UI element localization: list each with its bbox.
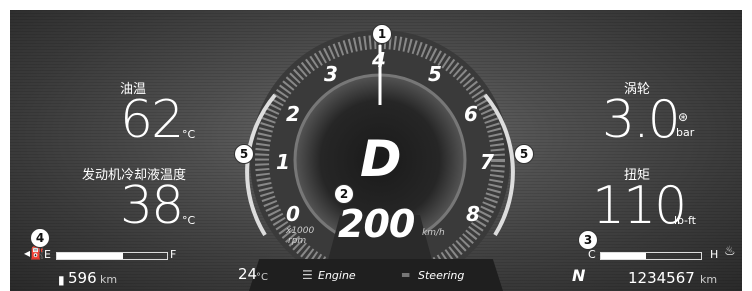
engine-mode-icon: ☰: [302, 268, 313, 282]
fuel-empty-label: E: [44, 248, 51, 261]
oil-temp-value: 62: [120, 90, 184, 150]
gear-indicator: D: [360, 130, 402, 188]
rpm-tick-4: 4: [372, 48, 386, 72]
rpm-tick-7: 7: [480, 150, 494, 174]
rpm-tick-8: 8: [466, 202, 480, 226]
rpm-tick-5: 5: [428, 62, 442, 86]
steering-mode-icon: ═: [402, 268, 410, 282]
fuel-range-unit: km: [100, 273, 118, 286]
callout-5-right: 5: [514, 144, 534, 164]
n-logo: N: [572, 266, 586, 285]
rpm-tick-1: 1: [276, 150, 290, 174]
temp-hot-label: H: [710, 248, 719, 261]
callout-3: 3: [578, 230, 598, 250]
callout-1: 1: [372, 24, 392, 44]
odometer-value: 1234567: [628, 269, 695, 287]
engine-mode-label: Engine: [318, 269, 356, 282]
instrument-cluster: 0 1 2 3 4 5 6 7 8 x1000 rpm D 200 km/h 油…: [10, 10, 742, 291]
rpm-unit-multiplier: x1000: [286, 226, 315, 236]
coolant-temp-unit: °C: [182, 214, 196, 227]
temp-cold-label: C: [588, 248, 596, 261]
fuel-full-label: F: [170, 248, 177, 261]
steering-mode-label: Steering: [418, 269, 465, 282]
torque-unit: lb-ft: [674, 214, 696, 227]
turbo-unit: bar: [676, 126, 695, 139]
odometer-unit: km: [700, 273, 718, 286]
turbo-value: 3.0: [602, 90, 681, 150]
oil-temp-unit: °C: [182, 128, 196, 141]
coolant-temp-icon: ♨: [724, 244, 736, 259]
turbo-icon: ⊛: [678, 110, 689, 124]
speed-value: 200: [338, 202, 415, 246]
coolant-temp-value: 38: [120, 176, 184, 236]
coolant-gauge-bar: [600, 252, 702, 260]
fuel-range-value: 596: [68, 269, 97, 287]
outside-temp-unit: °C: [256, 272, 268, 283]
outside-temp-value: 24: [238, 265, 258, 283]
rpm-tick-3: 3: [324, 62, 338, 86]
callout-4: 4: [30, 228, 50, 248]
rpm-unit: rpm: [288, 236, 307, 246]
callout-2: 2: [334, 184, 354, 204]
rpm-tick-6: 6: [464, 102, 478, 126]
fuel-pump-icon: ◂⛽: [24, 246, 45, 260]
callout-5-left: 5: [234, 144, 254, 164]
rpm-tick-2: 2: [286, 102, 300, 126]
rpm-tick-0: 0: [286, 202, 300, 226]
fuel-range-icon: ▮: [58, 273, 65, 287]
fuel-gauge-bar: [56, 252, 168, 260]
torque-value: 110: [592, 176, 687, 236]
speed-unit: km/h: [422, 228, 445, 238]
bottom-info-panel: [249, 259, 503, 291]
